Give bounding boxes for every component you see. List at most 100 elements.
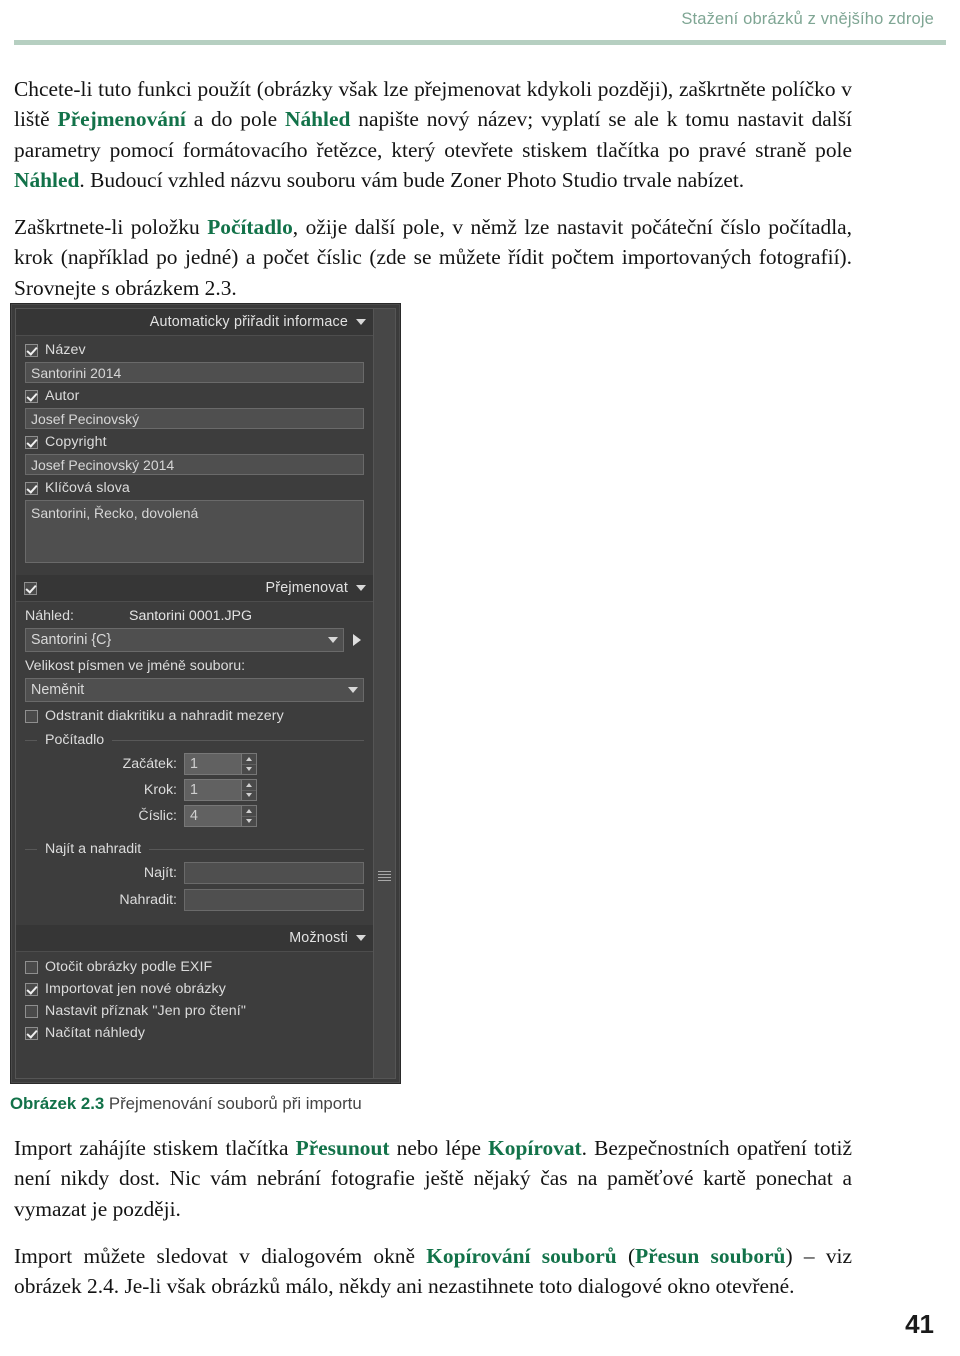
checkbox-label-readonly-flag: Nastavit příznak "Jen pro čtení" [45, 1003, 246, 1019]
spinner-value-krok[interactable]: 1 [184, 779, 241, 801]
figure-caption-number: Obrázek 2.3 [10, 1094, 105, 1113]
section-header-auto-label: Automaticky přiřadit informace [149, 314, 348, 330]
checkbox-label-import-new-only: Importovat jen nové obrázky [45, 981, 226, 997]
spinner-cislic[interactable]: 4 [184, 805, 257, 827]
checkbox-row-copyright[interactable]: Copyright [25, 434, 364, 450]
spinner-up-icon[interactable] [242, 806, 256, 817]
spinner-row-cislic: Číslic: 4 [25, 805, 364, 827]
import-rename-dialog: Automaticky přiřadit informace Název San… [10, 303, 401, 1084]
group-counter-title-row: Počítadlo [39, 732, 364, 748]
spinner-up-icon[interactable] [242, 754, 256, 765]
p4-text-b: ( [616, 1243, 636, 1268]
p1-text-d: . Budoucí vzhled názvu souboru vám bude … [79, 167, 745, 192]
p4-keyword-presun-souboru: Přesun souborů [635, 1243, 786, 1268]
dialog-scrollbar[interactable] [373, 309, 395, 1078]
checkbox-import-new-only[interactable] [25, 982, 38, 996]
spinner-row-zacatek: Začátek: 1 [25, 753, 364, 775]
group-find-replace: Najít a nahradit Najít: Nahradit: [25, 841, 364, 918]
format-builder-arrow-icon[interactable] [353, 634, 361, 646]
checkbox-rotate-exif[interactable] [25, 960, 38, 974]
spinner-zacatek[interactable]: 1 [184, 753, 257, 775]
spinner-value-zacatek[interactable]: 1 [184, 753, 241, 775]
chevron-down-icon [356, 585, 366, 591]
input-klicova-slova[interactable]: Santorini, Řecko, dovolená [25, 500, 364, 563]
spinner-value-cislic[interactable]: 4 [184, 805, 241, 827]
spinner-buttons-cislic[interactable] [241, 805, 257, 827]
checkbox-klicova-slova[interactable] [25, 481, 38, 495]
checkbox-load-thumbnails[interactable] [25, 1026, 38, 1040]
paragraph-4: Import můžete sledovat v dialogovém okně… [14, 1241, 852, 1302]
preview-value: Santorini 0001.JPG [129, 608, 253, 624]
p1-keyword-nahled-1: Náhled [285, 107, 351, 132]
case-combo[interactable]: Neměnit [25, 678, 364, 702]
checkbox-label-autor: Autor [45, 388, 80, 404]
input-nazev[interactable]: Santorini 2014 [25, 362, 364, 383]
spinner-buttons-zacatek[interactable] [241, 753, 257, 775]
group-counter-title: Počítadlo [45, 732, 105, 748]
panel-options: Otočit obrázky podle EXIF Importovat jen… [16, 952, 373, 1051]
find-label: Najít: [143, 865, 177, 881]
section-header-rename-label: Přejmenovat [265, 580, 348, 596]
p1-text-b: a do pole [185, 107, 286, 132]
resize-grip-icon[interactable] [378, 871, 391, 884]
chevron-down-icon[interactable] [348, 687, 358, 693]
checkbox-row-load-thumbnails[interactable]: Načítat náhledy [25, 1025, 364, 1041]
case-combo-box[interactable]: Neměnit [25, 678, 364, 702]
spinner-down-icon[interactable] [242, 790, 256, 800]
p3-text-a: Import zahájíte stiskem tlačítka [14, 1136, 296, 1160]
spinner-label-krok: Krok: [143, 782, 177, 798]
spinner-down-icon[interactable] [242, 816, 256, 826]
chevron-down-icon [356, 935, 366, 941]
p3-text-b: nebo lépe [389, 1136, 489, 1160]
header-rule [14, 40, 946, 45]
panel-auto-assign: Název Santorini 2014 Autor Josef Pecinov… [16, 336, 373, 575]
checkbox-autor[interactable] [25, 389, 38, 403]
figure-caption-text: Přejmenování souborů při importu [108, 1094, 362, 1113]
replace-row: Nahradit: [25, 889, 364, 911]
format-string-input[interactable]: Santorini {C} [25, 628, 344, 652]
paragraph-3: Import zahájíte stiskem tlačítka Přesuno… [14, 1133, 852, 1224]
spinner-label-zacatek: Začátek: [122, 756, 177, 772]
figure-caption: Obrázek 2.3 Přejmenování souborů při imp… [10, 1094, 362, 1114]
spinner-krok[interactable]: 1 [184, 779, 257, 801]
case-combo-value: Neměnit [31, 682, 85, 698]
find-input[interactable] [184, 862, 364, 884]
body-text-upper: Chcete-li tuto funkci použít (obrázky vš… [14, 74, 852, 303]
replace-input[interactable] [184, 889, 364, 911]
checkbox-row-nazev[interactable]: Název [25, 342, 364, 358]
section-header-rename[interactable]: Přejmenovat [16, 575, 373, 602]
checkbox-copyright[interactable] [25, 435, 38, 449]
checkbox-readonly-flag[interactable] [25, 1004, 38, 1018]
format-string-combo[interactable]: Santorini {C} [25, 628, 364, 652]
input-autor[interactable]: Josef Pecinovský [25, 408, 364, 429]
group-counter: Počítadlo Začátek: 1 Krok: 1 Číslic: 4 [25, 732, 364, 833]
checkbox-row-klicova-slova[interactable]: Klíčová slova [25, 480, 364, 496]
checkbox-row-autor[interactable]: Autor [25, 388, 364, 404]
replace-label: Nahradit: [119, 892, 177, 908]
spinner-row-krok: Krok: 1 [25, 779, 364, 801]
spinner-buttons-krok[interactable] [241, 779, 257, 801]
case-label: Velikost písmen ve jméně souboru: [25, 658, 246, 674]
group-find-replace-title-row: Najít a nahradit [39, 841, 364, 857]
p3-keyword-kopirovat: Kopírovat [488, 1136, 582, 1160]
spinner-down-icon[interactable] [242, 764, 256, 774]
checkbox-nazev[interactable] [25, 343, 38, 357]
section-header-auto-assign[interactable]: Automaticky přiřadit informace [16, 309, 373, 336]
running-head: Stažení obrázků z vnějšího zdroje [681, 10, 934, 28]
group-find-replace-body: Najít: Nahradit: [25, 857, 364, 918]
checkbox-diacritics[interactable] [25, 709, 38, 723]
checkbox-label-load-thumbnails: Načítat náhledy [45, 1025, 146, 1041]
checkbox-row-diacritics[interactable]: Odstranit diakritiku a nahradit mezery [25, 708, 364, 724]
spinner-up-icon[interactable] [242, 780, 256, 791]
checkbox-row-import-new-only[interactable]: Importovat jen nové obrázky [25, 981, 364, 997]
p1-keyword-nahled-2: Náhled [14, 167, 80, 192]
checkbox-label-diacritics: Odstranit diakritiku a nahradit mezery [45, 708, 284, 724]
input-copyright[interactable]: Josef Pecinovský 2014 [25, 454, 364, 475]
checkbox-row-readonly-flag[interactable]: Nastavit příznak "Jen pro čtení" [25, 1003, 364, 1019]
checkbox-row-rotate-exif[interactable]: Otočit obrázky podle EXIF [25, 959, 364, 975]
checkbox-label-rotate-exif: Otočit obrázky podle EXIF [45, 959, 213, 975]
section-header-options[interactable]: Možnosti [16, 925, 373, 952]
format-string-value: Santorini {C} [31, 632, 112, 648]
chevron-down-icon[interactable] [328, 637, 338, 643]
checkbox-rename-enabled[interactable] [24, 581, 37, 595]
